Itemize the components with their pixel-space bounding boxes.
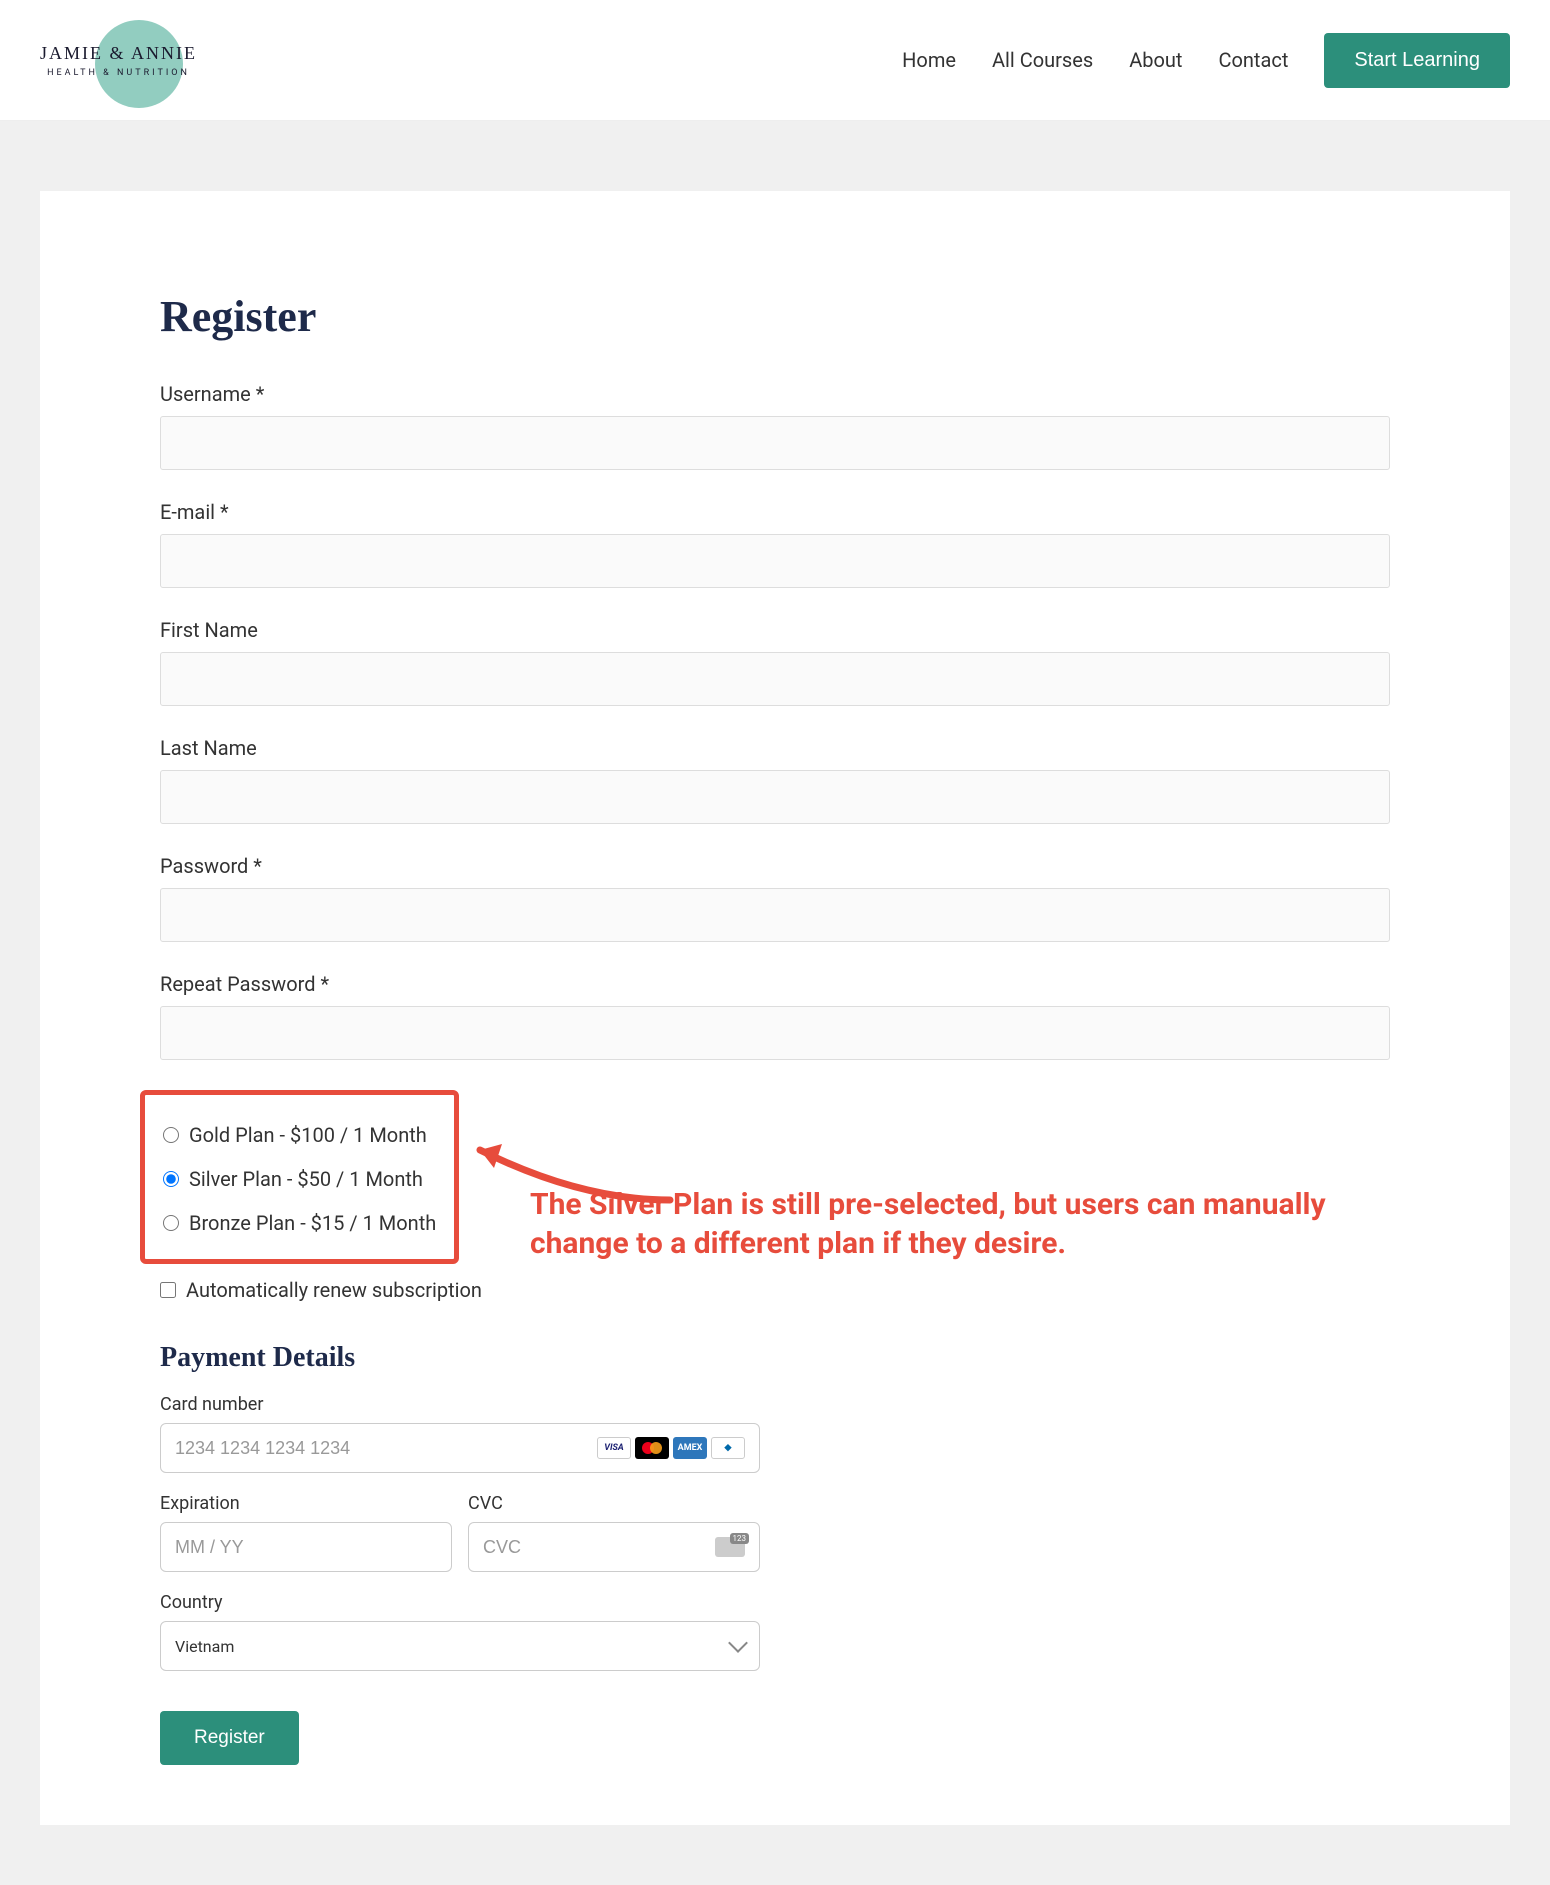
diners-icon: ◆ xyxy=(711,1437,745,1459)
expiration-field[interactable] xyxy=(160,1522,452,1572)
expiration-input[interactable] xyxy=(175,1537,437,1558)
logo-circle-icon xyxy=(95,20,183,108)
cvc-field[interactable] xyxy=(468,1522,760,1572)
last-name-label: Last Name xyxy=(160,736,1390,760)
first-name-input[interactable] xyxy=(160,652,1390,706)
plan-bronze-label: Bronze Plan - $15 / 1 Month xyxy=(189,1211,436,1235)
plan-silver-radio[interactable] xyxy=(163,1171,179,1187)
last-name-input[interactable] xyxy=(160,770,1390,824)
chevron-down-icon xyxy=(728,1633,748,1653)
expiration-label: Expiration xyxy=(160,1493,452,1514)
nav-home[interactable]: Home xyxy=(902,48,956,72)
card-brand-icons: VISA AMEX ◆ xyxy=(597,1437,745,1459)
auto-renew-label: Automatically renew subscription xyxy=(186,1278,482,1302)
nav-about[interactable]: About xyxy=(1129,48,1182,72)
start-learning-button[interactable]: Start Learning xyxy=(1324,33,1510,88)
plans-highlight-box: Gold Plan - $100 / 1 Month Silver Plan -… xyxy=(140,1090,459,1264)
site-logo[interactable]: JAMIE & ANNIE HEALTH & NUTRITION xyxy=(40,20,260,100)
main-nav: Home All Courses About Contact Start Lea… xyxy=(902,33,1510,88)
country-value: Vietnam xyxy=(175,1637,234,1656)
email-label: E-mail * xyxy=(160,500,1390,524)
first-name-label: First Name xyxy=(160,618,1390,642)
auto-renew-row[interactable]: Automatically renew subscription xyxy=(160,1278,1390,1302)
register-card: Register Username * E-mail * First Name … xyxy=(40,191,1510,1825)
password-input[interactable] xyxy=(160,888,1390,942)
card-number-label: Card number xyxy=(160,1394,1390,1415)
email-input[interactable] xyxy=(160,534,1390,588)
plan-bronze[interactable]: Bronze Plan - $15 / 1 Month xyxy=(157,1201,442,1245)
plan-gold[interactable]: Gold Plan - $100 / 1 Month xyxy=(157,1113,442,1157)
username-input[interactable] xyxy=(160,416,1390,470)
annotation-text: The Silver Plan is still pre-selected, b… xyxy=(530,1185,1390,1263)
password-label: Password * xyxy=(160,854,1390,878)
plan-gold-label: Gold Plan - $100 / 1 Month xyxy=(189,1123,427,1147)
plan-silver-label: Silver Plan - $50 / 1 Month xyxy=(189,1167,423,1191)
payment-heading: Payment Details xyxy=(160,1342,1390,1374)
logo-main-text: JAMIE & ANNIE xyxy=(40,43,197,64)
amex-icon: AMEX xyxy=(673,1437,707,1459)
repeat-password-input[interactable] xyxy=(160,1006,1390,1060)
plan-gold-radio[interactable] xyxy=(163,1127,179,1143)
visa-icon: VISA xyxy=(597,1437,631,1459)
cvc-label: CVC xyxy=(468,1493,760,1514)
site-header: JAMIE & ANNIE HEALTH & NUTRITION Home Al… xyxy=(0,0,1550,121)
country-label: Country xyxy=(160,1592,1390,1613)
logo-sub-text: HEALTH & NUTRITION xyxy=(47,68,190,78)
repeat-password-label: Repeat Password * xyxy=(160,972,1390,996)
cvc-card-icon xyxy=(715,1537,745,1557)
nav-contact[interactable]: Contact xyxy=(1218,48,1288,72)
plan-silver[interactable]: Silver Plan - $50 / 1 Month xyxy=(157,1157,442,1201)
country-select[interactable]: Vietnam xyxy=(160,1621,760,1671)
mastercard-icon xyxy=(635,1437,669,1459)
plan-bronze-radio[interactable] xyxy=(163,1215,179,1231)
page-title: Register xyxy=(160,291,1390,342)
username-label: Username * xyxy=(160,382,1390,406)
cvc-input[interactable] xyxy=(483,1537,715,1558)
auto-renew-checkbox[interactable] xyxy=(160,1282,176,1298)
register-button[interactable]: Register xyxy=(160,1711,299,1765)
card-number-input[interactable] xyxy=(175,1438,597,1459)
nav-all-courses[interactable]: All Courses xyxy=(992,48,1093,72)
card-number-field[interactable]: VISA AMEX ◆ xyxy=(160,1423,760,1473)
